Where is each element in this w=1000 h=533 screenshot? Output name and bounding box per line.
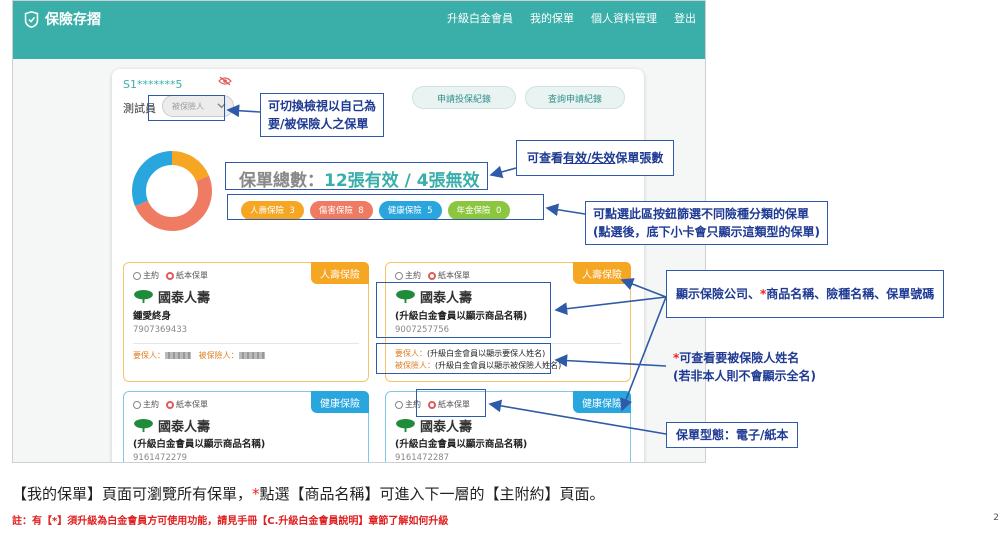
main-contract-label: 主約: [143, 271, 159, 280]
nav-my-policies[interactable]: 我的保單: [530, 10, 574, 26]
paper-policy-label: 紙本保單: [176, 271, 208, 280]
card-divider: [133, 343, 359, 344]
callout-text: 商品名稱、險種名稱、保單號碼: [766, 287, 935, 301]
callout-text: 要/被保險人之保單: [268, 117, 369, 131]
paper-policy-icon: [428, 271, 436, 280]
policy-number: 9161472287: [395, 453, 450, 463]
insurer: 國泰人壽: [395, 416, 472, 435]
callout-names: *可查看要被保險人姓名 (若非本人則不會顯示全名): [666, 346, 823, 388]
account-id: S1*******5: [123, 78, 183, 91]
policy-type-badge: 人壽保險: [311, 262, 369, 284]
callout-text: 可查看: [527, 151, 564, 165]
top-navbar: 保險存摺 升級白金會員 我的保單 個人資料管理 登出: [13, 1, 705, 59]
callout-text: 可查看要被保險人姓名: [679, 351, 800, 365]
masked-name: [238, 352, 265, 359]
nav-upgrade[interactable]: 升級白金會員: [447, 10, 513, 26]
footnote: 註：有【*】須升級為白金會員方可使用功能，請見手冊【C.升級白金會員說明】章節了…: [12, 516, 449, 527]
policy-card[interactable]: 健康保險 主約 紙本保單 國泰人壽 (升級白金會員以顯示商品名稱) 9161472…: [123, 391, 369, 463]
query-record-button[interactable]: 查詢申請紀錄: [525, 86, 625, 109]
apply-record-button[interactable]: 申請投保紀錄: [412, 86, 516, 109]
insurer-name: 國泰人壽: [158, 420, 211, 435]
star-mark: *: [252, 485, 260, 503]
policy-card[interactable]: 人壽保險 主約 紙本保單 國泰人壽 鍾愛終身 7907369433 要保人： 被保…: [123, 262, 369, 382]
callout-text: (點選後，底下小卡會只顯示這類型的保單): [593, 225, 820, 239]
highlight-persons: [376, 343, 551, 374]
page-number: 2: [993, 513, 999, 523]
callout-text: 顯示保險公司、: [676, 287, 761, 301]
highlight-role-select: [148, 95, 225, 121]
main-contract-label: 主約: [405, 271, 421, 280]
brand-logo[interactable]: 保險存摺: [23, 9, 101, 29]
callout-text: 有效/失效: [563, 151, 616, 165]
callout-text: 保單張數: [615, 151, 664, 165]
main-contract-icon: [133, 271, 141, 280]
paper-policy-label: 紙本保單: [176, 400, 208, 409]
main-contract-icon: [395, 271, 403, 280]
policy-number: 9161472279: [133, 453, 188, 463]
callout-count: 可查看有效/失效保單張數: [516, 140, 675, 176]
eye-off-icon[interactable]: [218, 76, 232, 86]
policy-type-badge: 健康保險: [311, 391, 369, 413]
policy-meta: 主約 紙本保單: [133, 399, 208, 410]
main-contract-icon: [395, 400, 403, 409]
callout-text: 保單型態：電子/紙本: [676, 428, 789, 442]
paper-policy-icon: [166, 400, 174, 409]
insured-label: 被保險人：: [198, 351, 239, 360]
callout-filter: 可點選此區按鈕篩選不同險種分類的保單 (點選後，底下小卡會只顯示這類型的保單): [585, 201, 828, 245]
caption: 【我的保單】頁面可瀏覽所有保單，*點選【商品名稱】可進入下一層的【主附約】頁面。: [12, 483, 605, 504]
callout-switch-view: 可切換檢視以自己為 要/被保險人之保單: [260, 93, 385, 137]
callout-display: 顯示保險公司、*商品名稱、險種名稱、保單號碼: [666, 270, 945, 318]
policy-type-badge: 健康保險: [573, 391, 631, 413]
policy-type-badge: 人壽保險: [573, 262, 631, 284]
brand-name: 保險存摺: [45, 12, 101, 28]
paper-policy-icon: [166, 271, 174, 280]
product-name[interactable]: (升級白金會員以顯示商品名稱): [133, 436, 265, 450]
product-name[interactable]: 鍾愛終身: [133, 308, 171, 322]
masked-name: [165, 352, 191, 359]
highlight-paper: [416, 389, 486, 417]
highlight-product: [376, 282, 551, 338]
insurer: 國泰人壽: [133, 416, 210, 435]
owner-label: 要保人：: [133, 351, 165, 360]
insurer-name: 國泰人壽: [420, 420, 473, 435]
main-contract-icon: [133, 400, 141, 409]
product-name[interactable]: (升級白金會員以顯示商品名稱): [395, 436, 527, 450]
callout-text: 可切換檢視以自己為: [268, 99, 377, 113]
tree-logo-icon: [134, 289, 153, 304]
policy-persons: 要保人： 被保險人：: [133, 350, 265, 362]
policy-meta: 主約 紙本保單: [133, 270, 208, 281]
nav-logout[interactable]: 登出: [674, 10, 696, 26]
insurer-name: 國泰人壽: [158, 291, 211, 306]
insurer: 國泰人壽: [133, 287, 210, 306]
highlight-filters: [227, 194, 544, 220]
caption-text: 點選【商品名稱】可進入下一層的【主附約】頁面。: [259, 485, 605, 503]
callout-form-type: 保單型態：電子/紙本: [666, 422, 799, 448]
tree-logo-icon: [134, 418, 153, 433]
policy-donut-chart: [132, 151, 212, 231]
policy-number: 7907369433: [133, 325, 188, 335]
callout-text: (若非本人則不會顯示全名): [673, 369, 816, 383]
passbook-icon: [24, 10, 39, 28]
nav-profile[interactable]: 個人資料管理: [591, 10, 657, 26]
paper-policy-label: 紙本保單: [438, 271, 470, 280]
highlight-total: [225, 162, 488, 190]
policy-meta: 主約 紙本保單: [395, 270, 470, 281]
caption-text: 【我的保單】頁面可瀏覽所有保單，: [12, 485, 253, 503]
main-contract-label: 主約: [143, 400, 159, 409]
callout-text: 可點選此區按鈕篩選不同險種分類的保單: [593, 207, 810, 221]
main-nav: 升級白金會員 我的保單 個人資料管理 登出: [447, 10, 705, 26]
tree-logo-icon: [396, 418, 415, 433]
